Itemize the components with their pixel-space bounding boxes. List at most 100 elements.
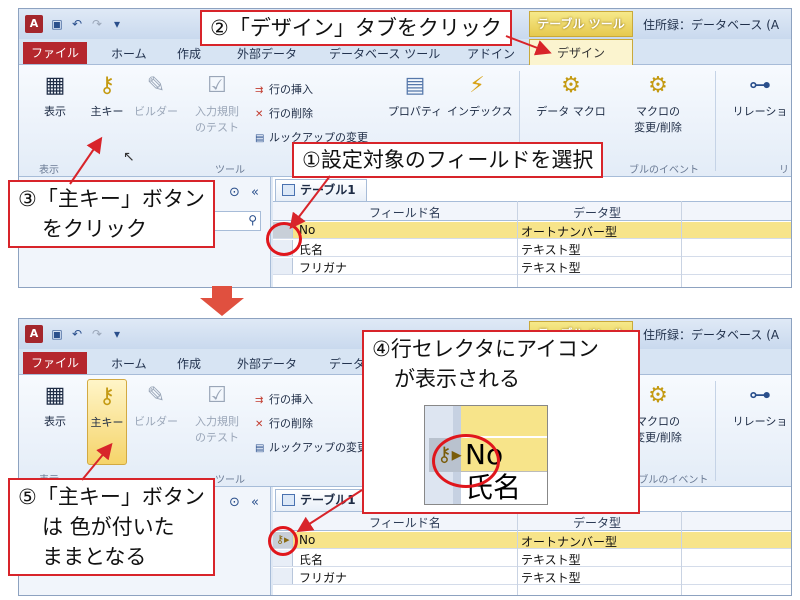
field-name-cell[interactable]: フリガナ [299, 259, 347, 276]
insert-row-icon: ⇉ [255, 395, 264, 406]
data-type-cell[interactable]: テキスト型 [521, 241, 581, 258]
nav-menu-icon[interactable]: ⊙ [229, 185, 240, 200]
data-type-cell[interactable]: テキスト型 [521, 551, 581, 568]
field-name-cell[interactable]: 氏名 [299, 241, 323, 258]
delete-rows-button[interactable]: ✕ 行の削除 [255, 105, 313, 121]
callout-text: は 色が付いた [42, 515, 175, 539]
tab-home[interactable]: ホーム [111, 45, 147, 62]
data-type-cell[interactable]: オートナンバー型 [521, 533, 617, 550]
insert-rows-label: 行の挿入 [269, 83, 313, 96]
rename-delete-macro-button[interactable]: ⚙ マクロの 変更/削除 [623, 73, 693, 135]
table-row[interactable]: ⚷▸ No オートナンバー型 [273, 532, 791, 550]
ribbon-separator [715, 381, 716, 481]
lookup-button[interactable]: ▤ ルックアップの変更 [255, 439, 368, 455]
checklist-icon: ☑ [207, 73, 227, 98]
group-label-view: 表示 [39, 165, 59, 176]
builder-button[interactable]: ✎ ビルダー [133, 73, 179, 119]
field-name-cell[interactable]: フリガナ [299, 569, 347, 586]
access-app-icon[interactable]: A [25, 15, 43, 33]
delete-row-icon: ✕ [255, 109, 264, 120]
tab-file[interactable]: ファイル [23, 352, 87, 374]
tab-external-data[interactable]: 外部データ [237, 45, 297, 62]
insert-rows-button[interactable]: ⇉ 行の挿入 [255, 391, 313, 407]
window-title: 住所録：データベース (A [643, 18, 780, 32]
field-name-cell[interactable]: 氏名 [299, 551, 323, 568]
group-label-events: ブルのイベント [629, 165, 699, 176]
callout-text: ③「主キー」ボタン [18, 187, 205, 211]
undo-icon[interactable]: ↶ [69, 326, 85, 342]
primary-key-button[interactable]: ⚷ 主キー [87, 379, 127, 465]
delete-rows-button[interactable]: ✕ 行の削除 [255, 415, 313, 431]
test-validation-button[interactable]: ☑ 入力規則 のテスト [187, 383, 247, 445]
redo-icon[interactable]: ↷ [89, 326, 105, 342]
group-label-tools: ツール [215, 475, 245, 486]
table-icon [282, 184, 295, 196]
tab-addin[interactable]: アドイン [467, 45, 515, 62]
relationships-button[interactable]: ⊶ リレーショ [729, 383, 791, 429]
qat-dropdown-icon[interactable]: ▾ [109, 326, 125, 342]
test-validation-button[interactable]: ☑ 入力規則 のテスト [187, 73, 247, 135]
primary-key-button[interactable]: ⚷ 主キー [87, 73, 127, 119]
group-label-tools: ツール [215, 165, 245, 176]
view-button[interactable]: ▦ 表示 [33, 383, 77, 429]
nav-collapse-icon[interactable]: « [251, 185, 259, 200]
data-type-cell[interactable]: オートナンバー型 [521, 223, 617, 240]
highlight-circle-zoom [432, 434, 500, 488]
search-icon[interactable]: ⚲ [248, 213, 257, 227]
table-row[interactable]: フリガナ テキスト型 [273, 568, 791, 586]
table-design-view: テーブル1 フィールド名 データ型 No オートナンバー型 氏名 テキスト型 フ… [273, 177, 791, 287]
table-tab-label: テーブル1 [300, 493, 356, 507]
tab-create[interactable]: 作成 [177, 355, 201, 372]
qat-dropdown-icon[interactable]: ▾ [109, 16, 125, 32]
table-row[interactable]: 氏名 テキスト型 [273, 240, 791, 258]
data-type-cell[interactable]: テキスト型 [521, 569, 581, 586]
test-rules-label-1: 入力規則 [195, 415, 239, 428]
tab-database-tools[interactable]: データベース ツール [329, 45, 440, 62]
nav-collapse-icon[interactable]: « [251, 495, 259, 510]
property-sheet-button[interactable]: ▤ プロパティ [387, 73, 443, 119]
callout-text: が表示される [394, 367, 520, 391]
relationships-icon: ⊶ [749, 73, 771, 98]
primary-key-label: 主キー [90, 105, 124, 118]
nav-menu-icon[interactable]: ⊙ [229, 495, 240, 510]
data-macro-label: データ マクロ [536, 105, 606, 118]
tab-file[interactable]: ファイル [23, 42, 87, 64]
relation-label: リレーショ [732, 105, 788, 118]
builder-label: ビルダー [134, 415, 178, 428]
delete-rows-label: 行の削除 [269, 417, 313, 430]
undo-icon[interactable]: ↶ [69, 16, 85, 32]
data-type-cell[interactable]: テキスト型 [521, 259, 581, 276]
relationships-icon: ⊶ [749, 383, 771, 408]
access-app-icon[interactable]: A [25, 325, 43, 343]
field-name-cell[interactable]: No [299, 533, 315, 547]
zoom-header [461, 406, 547, 436]
column-divider [517, 511, 518, 595]
tab-table1[interactable]: テーブル1 [275, 489, 367, 511]
mouse-cursor-icon: ↖ [123, 149, 135, 165]
callout-click-primary-key: ③「主キー」ボタン をクリック [8, 180, 215, 248]
wand-icon: ✎ [146, 73, 166, 98]
indexes-button[interactable]: ⚡ インデックス [447, 73, 513, 119]
col-header-data-type: データ型 [573, 516, 622, 530]
data-macro-button[interactable]: ⚙ データ マクロ [533, 73, 609, 119]
tab-create[interactable]: 作成 [177, 45, 201, 62]
redo-icon[interactable]: ↷ [89, 16, 105, 32]
tab-home[interactable]: ホーム [111, 355, 147, 372]
save-icon[interactable]: ▣ [49, 16, 65, 32]
checklist-icon: ☑ [207, 383, 227, 408]
view-button[interactable]: ▦ 表示 [33, 73, 77, 119]
tab-table1[interactable]: テーブル1 [275, 179, 367, 201]
row-selector[interactable] [273, 568, 293, 584]
table-row[interactable]: 氏名 テキスト型 [273, 550, 791, 568]
relationships-button[interactable]: ⊶ リレーショ [729, 73, 791, 119]
tab-design[interactable]: デザイン [529, 39, 633, 66]
highlight-circle-row-selector [266, 222, 302, 256]
table-row[interactable]: フリガナ テキスト型 [273, 258, 791, 276]
save-icon[interactable]: ▣ [49, 326, 65, 342]
insert-rows-button[interactable]: ⇉ 行の挿入 [255, 81, 313, 97]
tab-external-data[interactable]: 外部データ [237, 355, 297, 372]
table-row[interactable]: No オートナンバー型 [273, 222, 791, 240]
builder-button[interactable]: ✎ ビルダー [133, 383, 179, 429]
insert-row-icon: ⇉ [255, 85, 264, 96]
row-selector[interactable] [273, 258, 293, 274]
